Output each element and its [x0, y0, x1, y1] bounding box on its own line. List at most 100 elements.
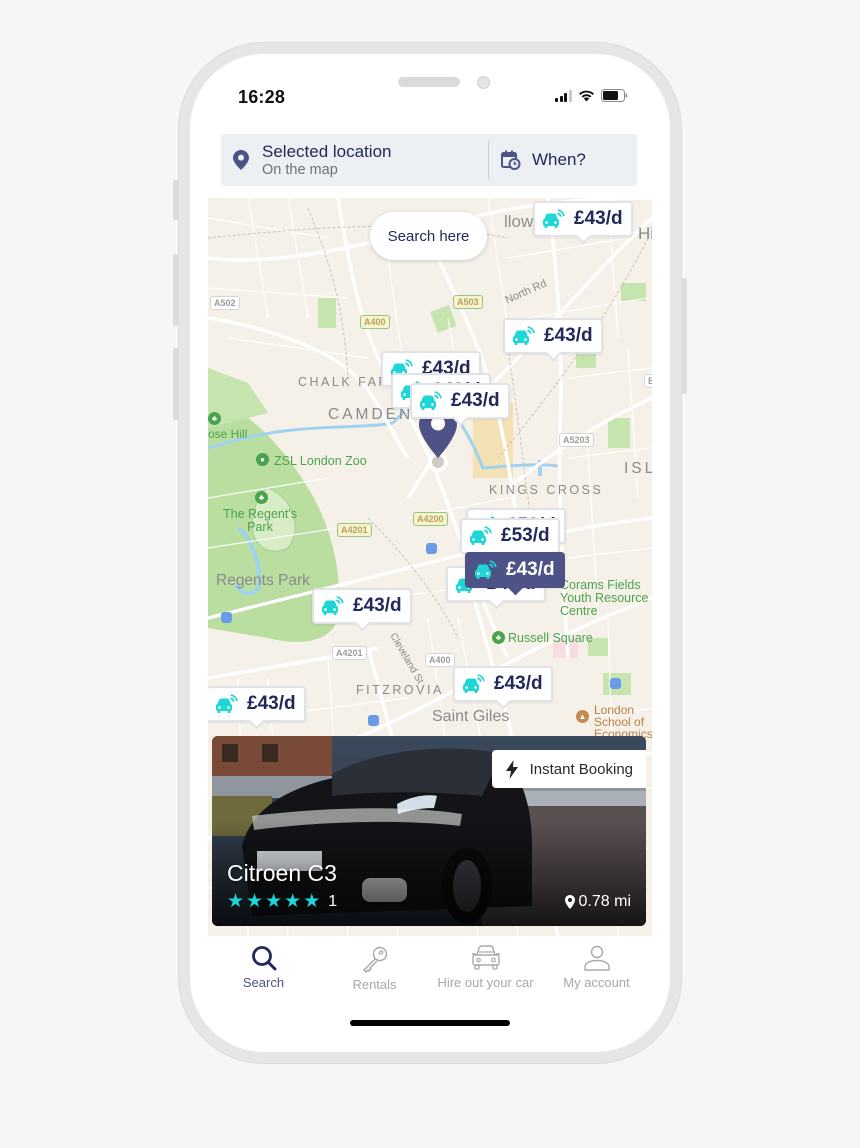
car-icon	[471, 945, 500, 970]
park-icon: ♣	[492, 631, 505, 644]
home-indicator	[350, 1020, 510, 1026]
calendar-clock-icon	[501, 150, 521, 170]
connected-car-icon	[322, 596, 344, 615]
tab-label: My account	[563, 975, 630, 990]
key-icon	[362, 946, 387, 973]
transit-icon	[610, 678, 621, 689]
zoo-icon: ●	[256, 453, 269, 466]
price-pin[interactable]: £43/d	[533, 201, 633, 237]
front-camera	[477, 76, 490, 89]
tab-label: Search	[242, 975, 285, 990]
star-icon: ★	[303, 891, 321, 912]
star-icon: ★	[265, 891, 283, 912]
battery-icon	[600, 89, 627, 102]
when-selector[interactable]: When?	[489, 134, 637, 186]
bottom-tab-bar: Search Rentals Hire out your car My acco…	[208, 936, 652, 1000]
connected-car-icon	[543, 209, 565, 228]
map-label-fitzrovia: FITZROVIA	[356, 683, 444, 697]
map-label-hi: Hi	[638, 224, 652, 243]
price-pin[interactable]: £43/d	[312, 588, 412, 624]
car-listing-card[interactable]: Instant Booking Citroen C3 ★ ★ ★ ★ ★ 1 0…	[212, 736, 646, 926]
tab-my-account[interactable]: My account	[541, 936, 652, 1000]
road-shield: B5	[644, 374, 652, 388]
price-pin-label: £43/d	[451, 390, 500, 411]
map-label-zsl: ZSL London Zoo	[274, 454, 367, 468]
search-here-button[interactable]: Search here	[370, 212, 487, 260]
location-selector[interactable]: Selected location On the map	[221, 134, 488, 186]
price-pin[interactable]: £43/d	[503, 318, 603, 354]
price-pin-selected[interactable]: £43/d	[465, 552, 565, 588]
transit-icon	[221, 612, 232, 623]
tab-label: Hire out your car	[437, 975, 534, 990]
park-icon: ♣	[208, 412, 221, 425]
transit-icon	[368, 715, 379, 726]
car-rating: ★ ★ ★ ★ ★ 1	[227, 892, 337, 911]
park-icon: ♣	[255, 491, 268, 504]
star-icon: ★	[246, 891, 264, 912]
connected-car-icon	[216, 694, 238, 713]
price-pin[interactable]: £43/d	[410, 383, 510, 419]
search-icon	[251, 946, 276, 971]
school-icon: ▲	[576, 710, 589, 723]
price-pin-label: £43/d	[494, 673, 543, 694]
price-pin-label: £43/d	[353, 595, 402, 616]
road-shield: A5203	[559, 433, 594, 447]
map-label-coram: Corams Fields Youth Resource Centre	[560, 578, 649, 618]
tab-label: Rentals	[352, 977, 397, 992]
road-shield: A502	[210, 296, 240, 310]
tab-search[interactable]: Search	[208, 936, 319, 1000]
speaker-grille	[398, 77, 460, 87]
map-label-saint-giles: Saint Giles	[432, 708, 510, 725]
device-mockup: 16:28 Selected location On the map When?…	[0, 0, 860, 1148]
road-shield: A400	[360, 315, 390, 329]
status-time: 16:28	[238, 87, 286, 107]
price-pin[interactable]: £43/d	[208, 686, 306, 722]
distance-value: 0.78 mi	[578, 893, 631, 910]
price-pin-label: £43/d	[544, 325, 593, 346]
price-pin[interactable]: £53/d	[460, 518, 560, 554]
connected-car-icon	[470, 526, 492, 545]
map-label-regents-park: Regents Park	[216, 572, 310, 589]
when-label: When?	[532, 150, 586, 169]
price-pin-label: £53/d	[501, 525, 550, 546]
map-label-regents-park-poi: The Regent's Park	[223, 507, 297, 534]
power-button	[682, 278, 687, 394]
road-shield: A503	[453, 295, 483, 309]
wifi-icon	[578, 90, 594, 102]
map-label-primrose-hill: ose Hill	[208, 427, 248, 441]
map-label-russell-square: Russell Square	[508, 631, 593, 645]
signal-icon	[555, 89, 572, 102]
road-shield: A400	[425, 653, 455, 667]
instant-booking-label: Instant Booking	[529, 760, 633, 778]
status-icons	[555, 89, 628, 102]
tab-rentals[interactable]: Rentals	[319, 936, 430, 1000]
map-pin-icon	[233, 150, 249, 170]
transit-icon	[426, 543, 437, 554]
price-pin[interactable]: £43/d	[453, 666, 553, 702]
price-pin-label: £43/d	[506, 559, 555, 580]
connected-car-icon	[463, 674, 485, 693]
tab-hire-out[interactable]: Hire out your car	[430, 936, 541, 1000]
road-shield: A4201	[332, 646, 367, 660]
star-icon: ★	[227, 891, 245, 912]
map-pin-icon	[564, 895, 575, 909]
location-title: Selected location	[262, 141, 392, 161]
review-count: 1	[328, 892, 338, 910]
price-pin-label: £43/d	[247, 693, 296, 714]
map-label-isl: ISL	[624, 460, 652, 477]
person-icon	[583, 945, 610, 971]
search-bar: Selected location On the map When?	[221, 134, 637, 186]
star-icon: ★	[284, 891, 302, 912]
road-shield: A4200	[413, 512, 448, 526]
map-label-kings-cross: KINGS CROSS	[489, 483, 604, 497]
connected-car-icon	[420, 391, 442, 410]
road-shield: A4201	[337, 523, 372, 537]
connected-car-icon	[475, 560, 497, 579]
car-distance: 0.78 mi	[564, 893, 631, 911]
instant-booking-badge: Instant Booking	[491, 750, 646, 788]
car-name: Citroen C3	[227, 860, 337, 886]
price-pin-label: £43/d	[574, 208, 623, 229]
location-subtitle: On the map	[262, 161, 338, 178]
connected-car-icon	[513, 326, 535, 345]
lightning-icon	[505, 759, 518, 779]
